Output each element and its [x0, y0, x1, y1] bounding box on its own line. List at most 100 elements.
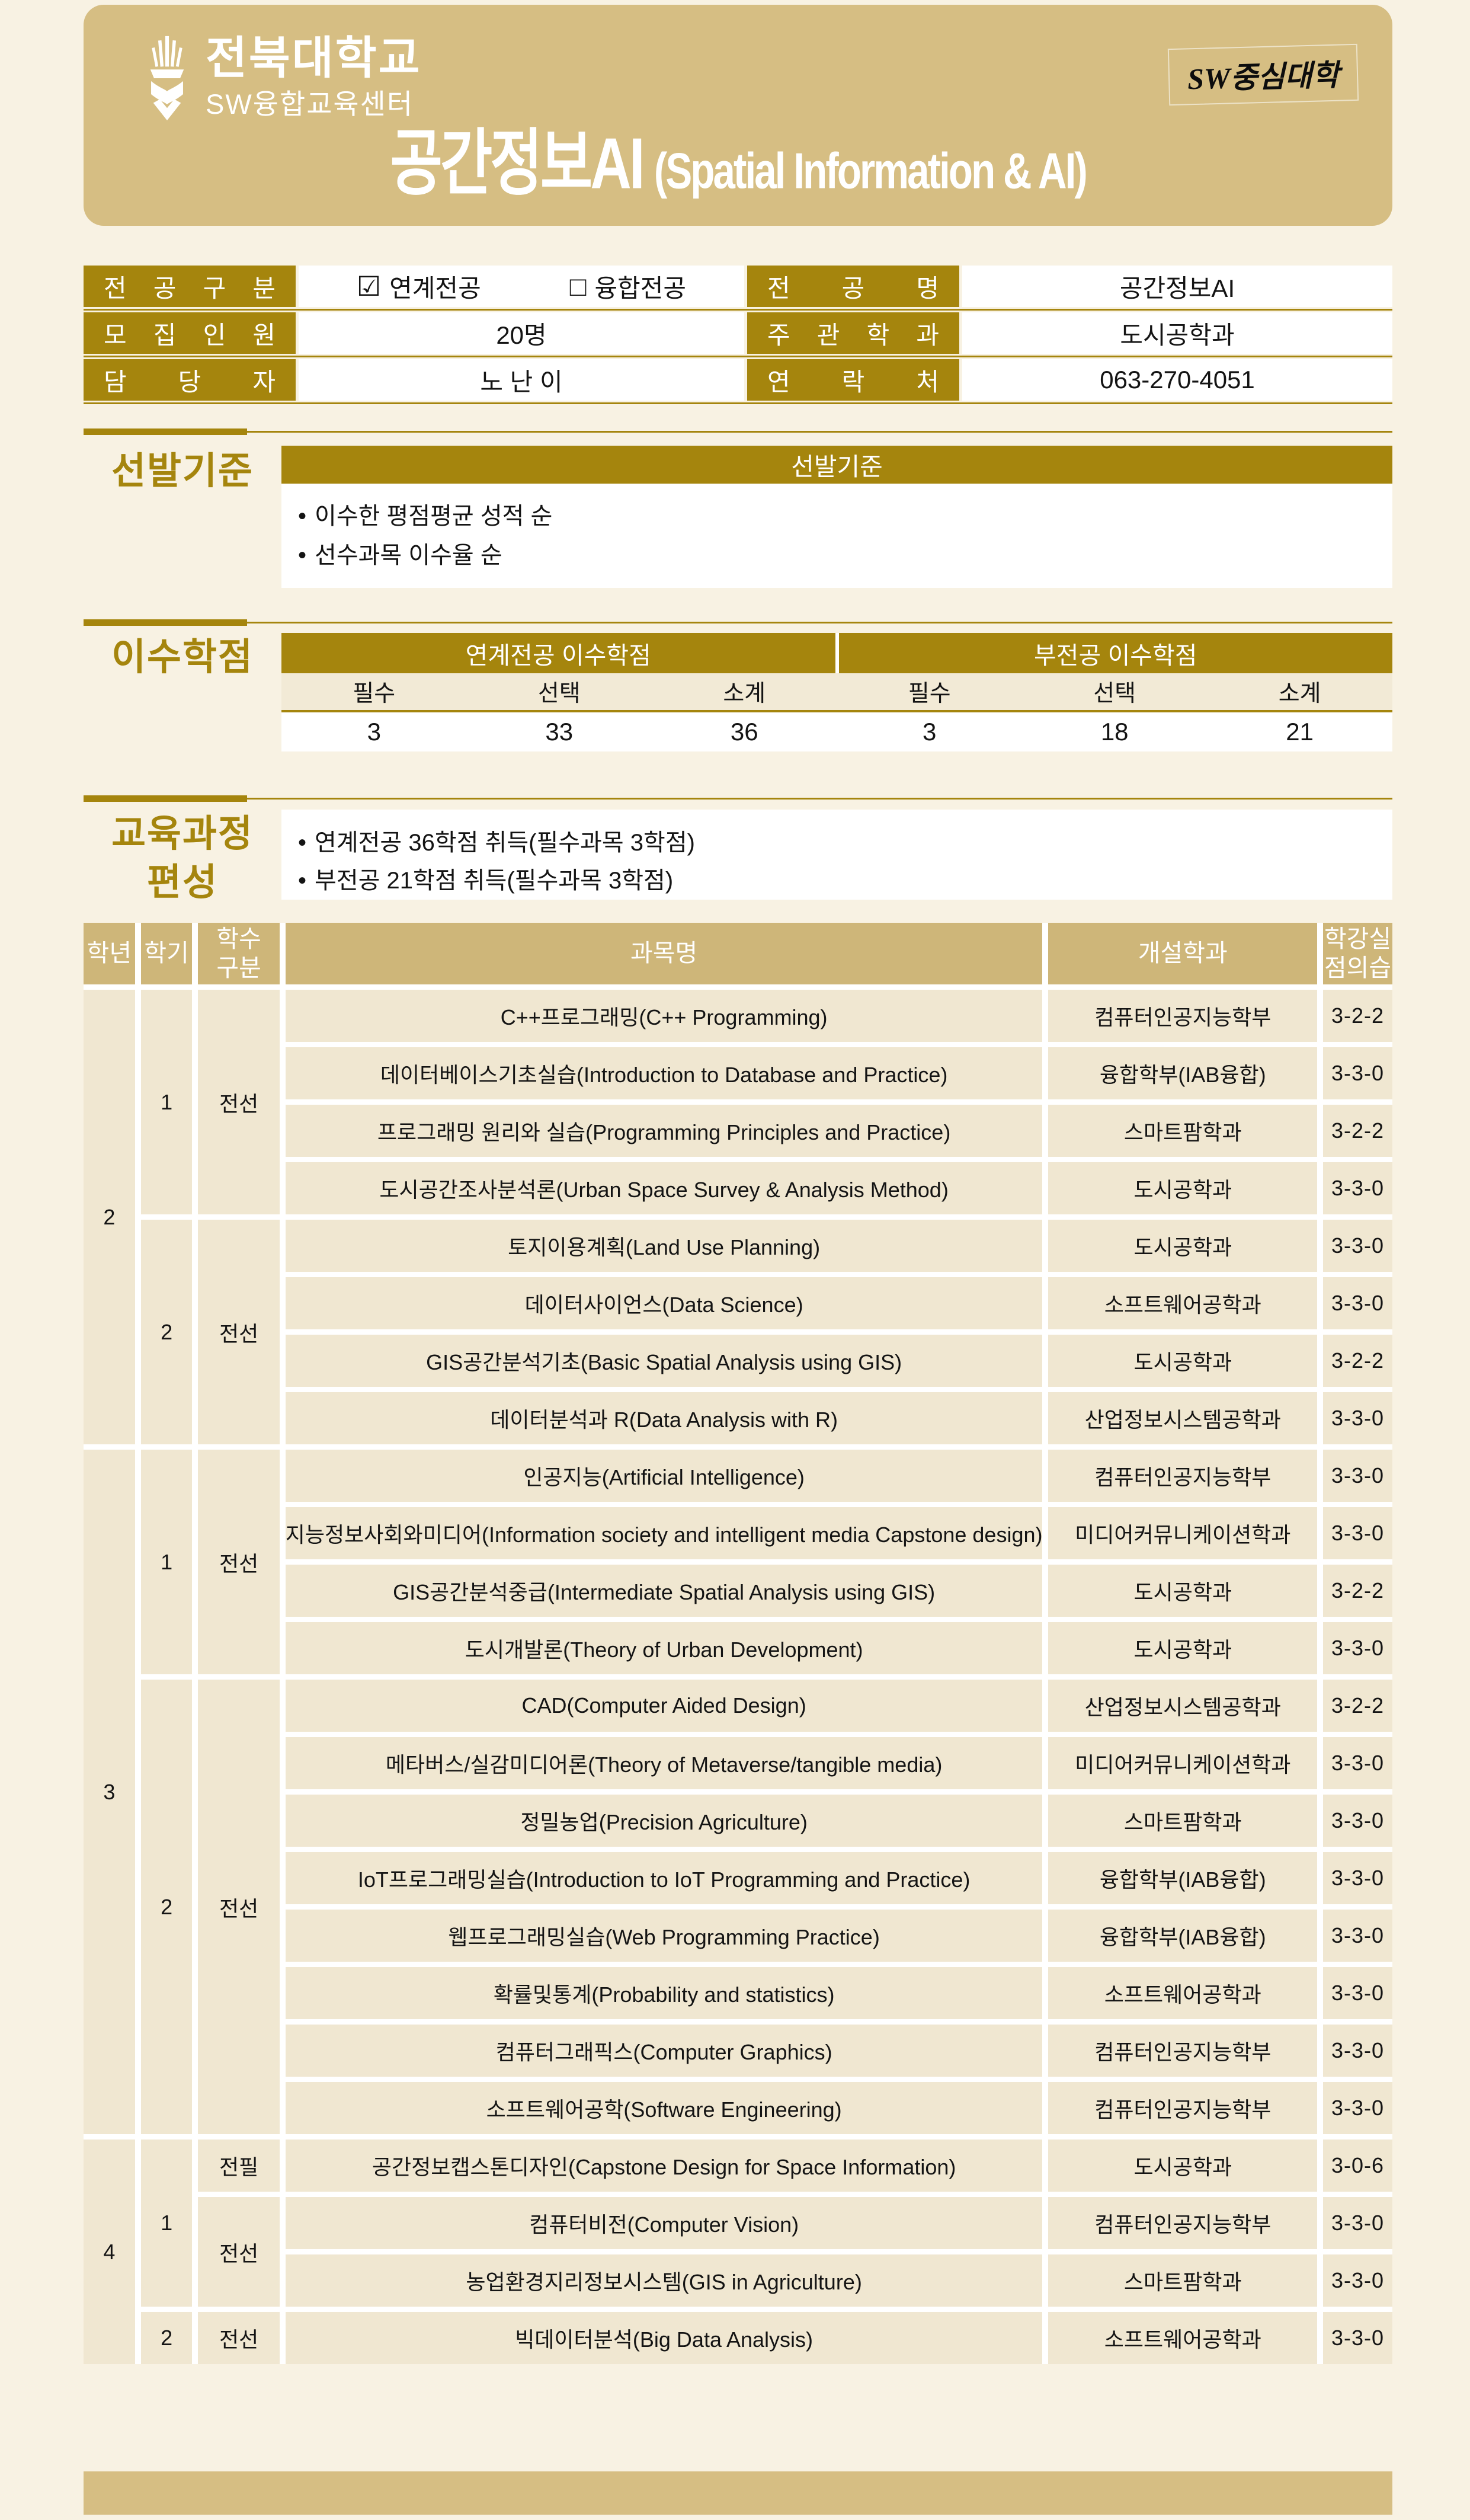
info-row-capacity: 모 집 인 원 20명 주 관 학 과 도시공학과 — [84, 312, 1392, 354]
department-cell: 산업정보시스템공학과 — [1048, 1680, 1317, 1732]
section-divider-bar — [84, 619, 247, 626]
course-row: 21전선C++프로그래밍(C++ Programming)컴퓨터인공지능학부3-… — [84, 990, 1392, 1042]
course-name-cell: 컴퓨터그래픽스(Computer Graphics) — [286, 2025, 1043, 2077]
year-cell: 4 — [84, 2140, 135, 2364]
category-cell: 전선 — [198, 1680, 279, 2134]
department-cell: 컴퓨터인공지능학부 — [1048, 2197, 1317, 2249]
department-cell: 미디어커뮤니케이션학과 — [1048, 1737, 1317, 1789]
credits-cell: 3-0-6 — [1323, 2140, 1392, 2192]
credits-cell: 3-3-0 — [1323, 1277, 1392, 1329]
category-cell: 전필 — [198, 2140, 279, 2192]
curriculum-note: • 연계전공 36학점 취득(필수과목 3학점) — [298, 824, 1376, 862]
program-title-korean: 공간정보AI — [390, 123, 642, 204]
credits-cell: 3-3-0 — [1323, 1967, 1392, 2019]
bullet-icon: • — [298, 862, 306, 900]
credits-cell: 3-3-0 — [1323, 2025, 1392, 2077]
section-divider-line — [247, 431, 1392, 433]
semester-cell: 2 — [141, 2312, 193, 2364]
credits-subheader: 필수 — [837, 673, 1021, 710]
info-row-divider — [84, 354, 1392, 359]
unchecked-checkbox-icon: □ — [570, 270, 587, 302]
credits-cell: 3-3-0 — [1323, 1737, 1392, 1789]
section-divider — [84, 795, 1392, 802]
course-name-cell: 데이터사이언스(Data Science) — [286, 1277, 1043, 1329]
curriculum-note-text: 연계전공 36학점 취득(필수과목 3학점) — [315, 824, 695, 862]
selection-table-body: • 이수한 평점평균 성적 순 • 선수과목 이수율 순 — [281, 484, 1392, 588]
convergence-major-option: □ 융합전공 — [570, 268, 686, 305]
section-divider — [84, 428, 1392, 435]
department-cell: 컴퓨터인공지능학부 — [1048, 990, 1317, 1042]
credits-value: 21 — [1207, 712, 1392, 751]
credits-value: 3 — [281, 712, 466, 751]
curriculum-note-text: 부전공 21학점 취득(필수과목 3학점) — [315, 862, 673, 900]
department-cell: 도시공학과 — [1048, 1162, 1317, 1214]
course-name-cell: 도시공간조사분석론(Urban Space Survey & Analysis … — [286, 1162, 1043, 1214]
program-title: 공간정보AI(Spatial Information & AI) — [84, 123, 1392, 209]
semester-column-header: 학기 — [141, 923, 193, 984]
course-name-cell: 인공지능(Artificial Intelligence) — [286, 1450, 1043, 1502]
course-row: 데이터사이언스(Data Science)소프트웨어공학과3-3-0 — [84, 1277, 1392, 1329]
course-row: 웹프로그래밍실습(Web Programming Practice)융합학부(I… — [84, 1910, 1392, 1962]
credits-cell: 3-3-0 — [1323, 1622, 1392, 1674]
manager-label: 담 당 자 — [84, 359, 296, 401]
credits-value: 18 — [1022, 712, 1207, 751]
department-cell: 융합학부(IAB융합) — [1048, 1047, 1317, 1099]
department-cell: 스마트팜학과 — [1048, 2254, 1317, 2307]
footer-bar — [84, 2471, 1392, 2515]
info-row-divider — [84, 307, 1392, 312]
curriculum-notes: • 연계전공 36학점 취득(필수과목 3학점) • 부전공 21학점 취득(필… — [281, 810, 1392, 900]
course-row: 메타버스/실감미디어론(Theory of Metaverse/tangible… — [84, 1737, 1392, 1789]
credits-cell: 3-3-0 — [1323, 2254, 1392, 2307]
department-cell: 미디어커뮤니케이션학과 — [1048, 1507, 1317, 1559]
department-cell: 소프트웨어공학과 — [1048, 1967, 1317, 2019]
course-row: 2전선빅데이터분석(Big Data Analysis)소프트웨어공학과3-3-… — [84, 2312, 1392, 2364]
credits-cell: 3-2-2 — [1323, 1335, 1392, 1387]
course-name-cell: C++프로그래밍(C++ Programming) — [286, 990, 1043, 1042]
course-column-header: 과목명 — [286, 923, 1043, 984]
course-row: 데이터분석과 R(Data Analysis with R)산업정보시스템공학과… — [84, 1392, 1392, 1444]
category-cell: 전선 — [198, 1450, 279, 1674]
credits-table-value-row: 3 33 36 3 18 21 — [281, 712, 1392, 751]
course-row: 2전선CAD(Computer Aided Design)산업정보시스템공학과3… — [84, 1680, 1392, 1732]
course-name-cell: 빅데이터분석(Big Data Analysis) — [286, 2312, 1043, 2364]
info-row-divider — [84, 401, 1392, 406]
credits-cell: 3-3-0 — [1323, 1910, 1392, 1962]
credits-subheader: 소계 — [1207, 673, 1392, 710]
year-cell: 2 — [84, 990, 135, 1444]
semester-cell: 1 — [141, 2140, 193, 2307]
department-cell: 컴퓨터인공지능학부 — [1048, 2025, 1317, 2077]
category-column-header: 학수 구분 — [198, 923, 279, 984]
bullet-icon: • — [298, 497, 306, 536]
manager-value: 노 난 이 — [299, 359, 744, 401]
course-name-cell: 토지이용계획(Land Use Planning) — [286, 1220, 1043, 1272]
department-cell: 소프트웨어공학과 — [1048, 2312, 1317, 2364]
info-row-major-type: 전 공 구 분 ☑ 연계전공 □ 융합전공 전 공 명 공간정보AI — [84, 266, 1392, 307]
managing-department-value: 도시공학과 — [962, 312, 1392, 354]
course-row: 컴퓨터그래픽스(Computer Graphics)컴퓨터인공지능학부3-3-0 — [84, 2025, 1392, 2077]
credits-cell: 3-2-2 — [1323, 990, 1392, 1042]
course-row: 소프트웨어공학(Software Engineering)컴퓨터인공지능학부3-… — [84, 2082, 1392, 2134]
section-divider-line — [247, 798, 1392, 800]
credits-cell: 3-3-0 — [1323, 2312, 1392, 2364]
capacity-value: 20명 — [299, 312, 744, 354]
program-title-english: (Spatial Information & AI) — [654, 143, 1086, 199]
credits-cell: 3-3-0 — [1323, 1852, 1392, 1904]
course-row: 농업환경지리정보시스템(GIS in Agriculture)스마트팜학과3-3… — [84, 2254, 1392, 2307]
year-cell: 3 — [84, 1450, 135, 2134]
curriculum-note: • 부전공 21학점 취득(필수과목 3학점) — [298, 862, 1376, 900]
section-divider-bar — [84, 428, 247, 435]
curriculum-section-title-line2: 편성 — [84, 858, 281, 907]
credits-table: 연계전공 이수학점 부전공 이수학점 필수 선택 소계 필수 선택 소계 3 3… — [281, 633, 1392, 751]
credits-cell: 3-3-0 — [1323, 1220, 1392, 1272]
credits-cell: 3-2-2 — [1323, 1105, 1392, 1157]
contact-label: 연 락 처 — [747, 359, 959, 401]
course-row: 도시개발론(Theory of Urban Development)도시공학과3… — [84, 1622, 1392, 1674]
university-emblem-icon — [143, 33, 191, 123]
department-cell: 컴퓨터인공지능학부 — [1048, 2082, 1317, 2134]
credits-value: 33 — [466, 712, 651, 751]
course-row: 2전선토지이용계획(Land Use Planning)도시공학과3-3-0 — [84, 1220, 1392, 1272]
department-cell: 도시공학과 — [1048, 1622, 1317, 1674]
convergence-major-option-label: 융합전공 — [595, 268, 687, 305]
course-table: 학년 학기 학수 구분 과목명 개설학과 학강실 점의습 21전선C++프로그래… — [84, 923, 1392, 2364]
credits-subheader: 선택 — [1022, 673, 1207, 710]
